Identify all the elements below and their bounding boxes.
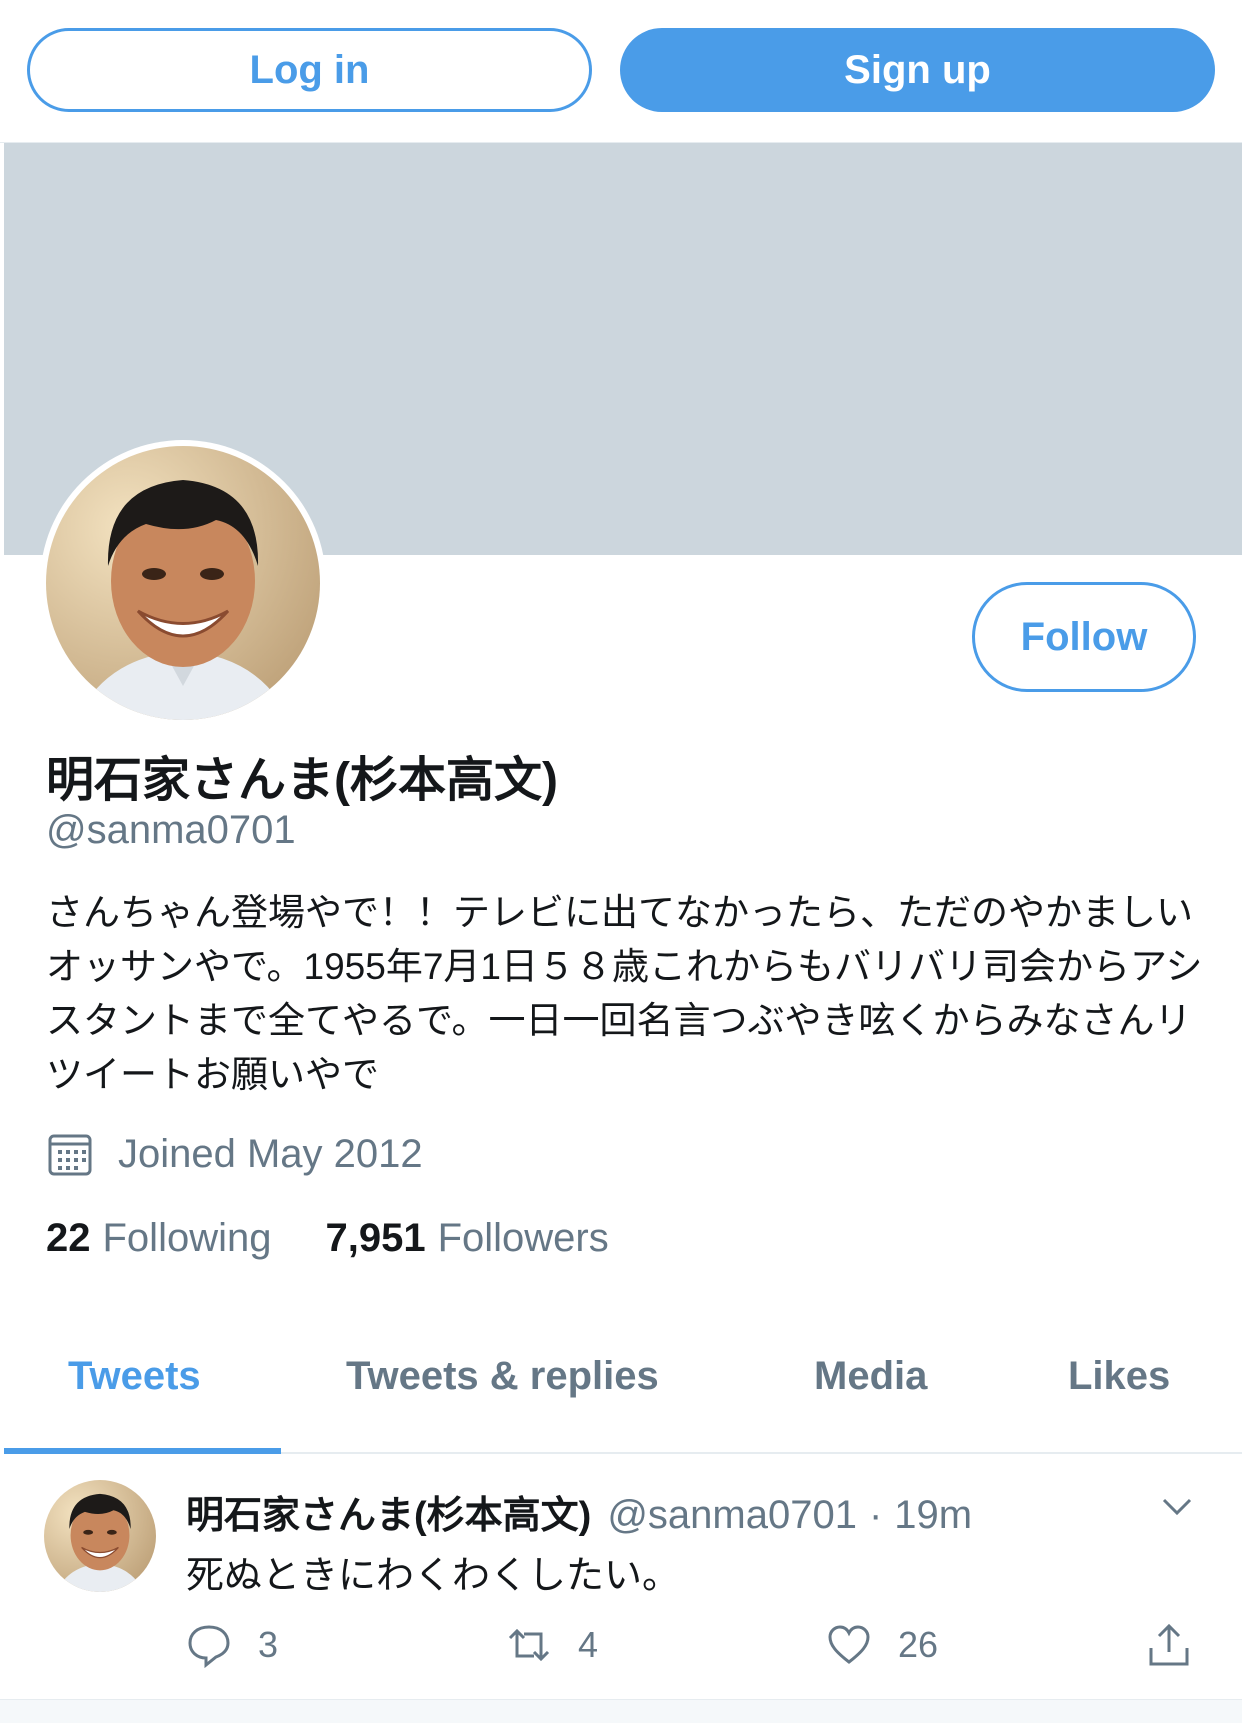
retweet-action[interactable]: 4 [506,1622,598,1668]
tweet-text: 死ぬときにわくわくしたい。 [186,1555,681,1597]
tweet-actions: 3 4 26 [186,1622,1216,1678]
reply-icon [188,1625,230,1668]
followers-label: Followers [437,1216,609,1260]
like-action[interactable]: 26 [826,1622,938,1668]
tab-tweets[interactable]: Tweets [68,1354,201,1399]
profile-bio: さんちゃん登場やで！！テレビに出てなかったら、ただのやかましいオッサンやで。19… [46,892,1203,1095]
share-icon [1149,1623,1189,1666]
tab-media[interactable]: Media [814,1354,927,1399]
tweet-author-name[interactable]: 明石家さんま(杉本高文) [186,1484,591,1539]
reply-count: 3 [258,1624,279,1665]
reply-action[interactable]: 3 [186,1622,278,1668]
heart-icon [828,1625,870,1664]
signup-button[interactable]: Sign up [620,28,1215,112]
tab-likes[interactable]: Likes [1068,1354,1170,1399]
like-count: 26 [898,1624,939,1665]
login-button[interactable]: Log in [27,28,592,112]
follow-stats: 22 Following 7,951 Followers [46,1216,663,1261]
followers-count: 7,951 [325,1216,426,1260]
separator-dot: · [868,1493,883,1537]
followers-stat[interactable]: 7,951 Followers [325,1216,608,1261]
bottom-strip [0,1700,1242,1723]
retweet-icon [508,1628,550,1662]
profile-handle: @sanma0701 [46,808,296,852]
calendar-icon [48,1134,92,1176]
profile-avatar[interactable] [40,440,326,726]
share-action[interactable] [1146,1622,1218,1668]
following-count: 22 [46,1216,91,1260]
tab-tweets-replies[interactable]: Tweets & replies [346,1354,659,1399]
chevron-down-icon[interactable] [1160,1490,1194,1524]
avatar-photo [46,446,320,720]
tweet-header: 明石家さんま(杉本高文) @sanma0701 · 19m [186,1484,972,1539]
retweet-count: 4 [578,1624,599,1665]
follow-button[interactable]: Follow [972,582,1196,692]
top-bar: Log in Sign up [0,0,1242,143]
joined-date: Joined May 2012 [46,1130,423,1178]
following-stat[interactable]: 22 Following [46,1216,271,1261]
tweet-item[interactable]: 明石家さんま(杉本高文) @sanma0701 · 19m 死ぬときにわくわくし… [0,1454,1242,1700]
profile-display-name: 明石家さんま(杉本高文) [46,754,558,807]
joined-text: Joined May 2012 [118,1131,423,1176]
tweet-author-handle[interactable]: @sanma0701 [607,1493,857,1538]
tweet-avatar[interactable] [44,1480,156,1592]
profile-tabs: Tweets Tweets & replies Media Likes [4,1330,1242,1454]
tweet-timestamp[interactable]: 19m [894,1493,972,1538]
following-label: Following [102,1216,272,1260]
